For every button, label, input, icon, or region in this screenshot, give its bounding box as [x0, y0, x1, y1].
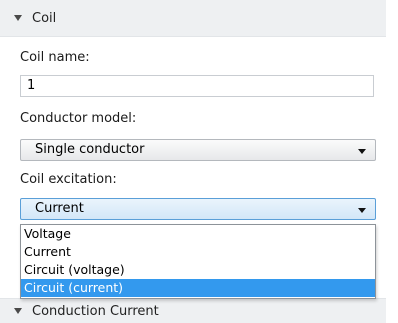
- coil-excitation-dropdown-list: Voltage Current Circuit (voltage) Circui…: [20, 224, 376, 299]
- section-title: Coil: [32, 10, 57, 26]
- conductor-model-label: Conductor model:: [20, 111, 137, 126]
- coil-excitation-select[interactable]: Current: [20, 198, 376, 220]
- conductor-model-select[interactable]: Single conductor: [20, 139, 376, 161]
- panel-right-edge: [386, 0, 398, 321]
- chevron-down-icon: [358, 149, 366, 154]
- coil-excitation-label: Coil excitation:: [20, 172, 117, 187]
- conductor-model-value: Single conductor: [35, 142, 145, 157]
- section-header-conduction-current[interactable]: Conduction Current: [0, 298, 386, 323]
- collapse-triangle-icon[interactable]: [14, 15, 22, 21]
- settings-panel: Coil Coil name: 1 Conductor model: Singl…: [0, 0, 398, 323]
- dropdown-option-circuit-voltage[interactable]: Circuit (voltage): [21, 261, 375, 279]
- dropdown-option-current[interactable]: Current: [21, 243, 375, 261]
- coil-name-input[interactable]: 1: [20, 75, 374, 97]
- section-header-coil[interactable]: Coil: [0, 0, 386, 37]
- dropdown-option-voltage[interactable]: Voltage: [21, 225, 375, 243]
- dropdown-option-circuit-current[interactable]: Circuit (current): [21, 279, 375, 297]
- collapse-triangle-icon[interactable]: [14, 308, 22, 314]
- coil-name-label: Coil name:: [20, 50, 90, 65]
- chevron-down-icon: [358, 208, 366, 213]
- coil-excitation-value: Current: [35, 201, 84, 216]
- section-title: Conduction Current: [32, 303, 159, 319]
